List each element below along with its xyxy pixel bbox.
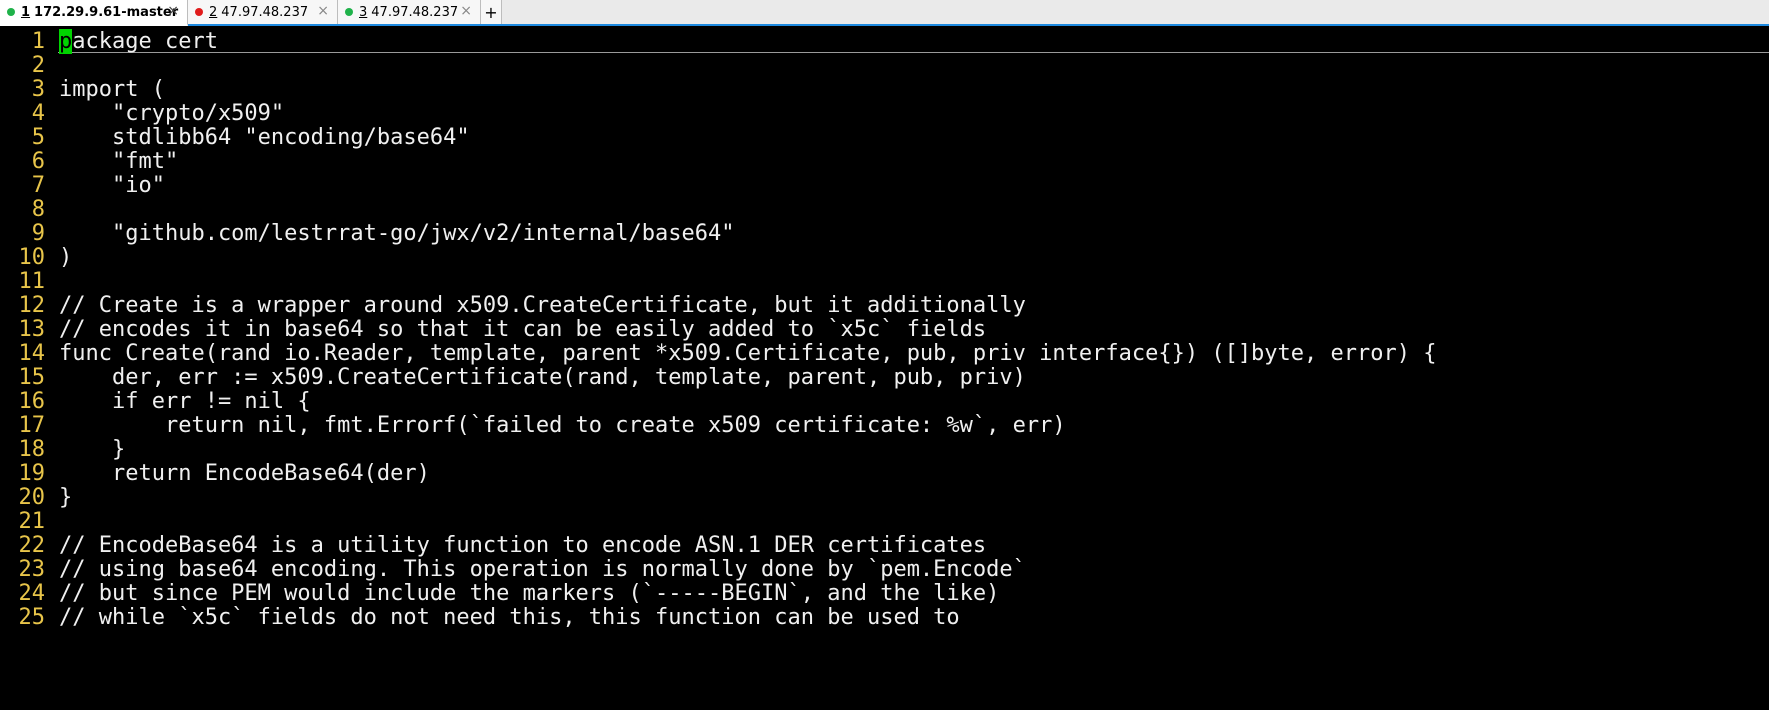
line-number: 19 [18, 461, 46, 486]
code-line: 16 if err != nil { [0, 388, 311, 415]
line-number: 14 [18, 341, 46, 366]
code-text: return EncodeBase64(der) [59, 461, 430, 486]
line-number: 21 [18, 509, 46, 534]
code-text: } [59, 485, 73, 510]
code-line: 5 stdlibb64 "encoding/base64" [0, 124, 470, 151]
tab-host-label: 47.97.48.237 [371, 4, 459, 20]
line-number: 3 [31, 77, 45, 102]
new-tab-button[interactable]: + [481, 0, 502, 24]
line-number: 15 [18, 365, 46, 390]
code-text: "github.com/lestrrat-go/jwx/v2/internal/… [59, 221, 735, 246]
code-text: "fmt" [59, 149, 179, 174]
code-line: 8 [0, 196, 59, 223]
line-number: 9 [31, 221, 45, 246]
line-number: 8 [31, 197, 45, 222]
code-text: package cert [59, 28, 218, 55]
code-line: 3 import ( [0, 76, 165, 103]
line-number: 25 [18, 605, 46, 630]
code-line: 21 [0, 508, 59, 535]
code-line: 6 "fmt" [0, 148, 178, 175]
code-line: 11 [0, 268, 59, 295]
code-line: 15 der, err := x509.CreateCertificate(ra… [0, 364, 1026, 391]
disconnected-status-icon [195, 8, 203, 16]
close-icon[interactable]: × [167, 3, 179, 19]
tab-host-label: 47.97.48.237 [221, 4, 309, 20]
session-tab-3[interactable]: 3 47.97.48.237 × [338, 0, 481, 24]
code-text-rest: ackage cert [72, 29, 218, 54]
code-text: // encodes it in base64 so that it can b… [59, 317, 987, 342]
code-line: 9 "github.com/lestrrat-go/jwx/v2/interna… [0, 220, 735, 247]
text-cursor: p [59, 29, 73, 54]
cursor-line-underline [58, 52, 1769, 53]
code-text: return nil, fmt.Errorf(`failed to create… [59, 413, 1066, 438]
code-text: } [59, 437, 126, 462]
code-line: 2 [0, 52, 59, 79]
code-line: 23 // using base64 encoding. This operati… [0, 556, 1026, 583]
line-number: 7 [31, 173, 45, 198]
line-number: 17 [18, 413, 46, 438]
session-tab-bar: 1 172.29.9.61-master × 2 47.97.48.237 × … [0, 0, 1769, 26]
line-number: 10 [18, 245, 46, 270]
code-line: 18 } [0, 436, 126, 463]
line-number: 24 [18, 581, 46, 606]
code-text: ) [59, 245, 73, 270]
code-line: 7 "io" [0, 172, 165, 199]
connected-status-icon [7, 8, 15, 16]
close-icon[interactable]: × [460, 3, 472, 19]
code-line: 10) [0, 244, 73, 271]
code-text: // using base64 encoding. This operation… [59, 557, 1026, 582]
code-line: 12 // Create is a wrapper around x509.Cre… [0, 292, 1026, 319]
line-number: 5 [31, 125, 45, 150]
terminal-editor[interactable]: 1 package cert 2 3 import ( 4 "crypto/x509… [0, 26, 1769, 710]
session-tab-2[interactable]: 2 47.97.48.237 × [188, 0, 338, 24]
line-number: 1 [31, 29, 45, 54]
tab-host-label: 172.29.9.61-master [34, 4, 179, 20]
line-number: 6 [31, 149, 45, 174]
line-number: 16 [18, 389, 46, 414]
code-line: 22 // EncodeBase64 is a utility function … [0, 532, 987, 559]
line-number: 4 [31, 101, 45, 126]
code-text: // while `x5c` fields do not need this, … [59, 605, 960, 630]
code-text: "io" [59, 173, 165, 198]
session-tab-1[interactable]: 1 172.29.9.61-master × [0, 0, 188, 26]
tab-number: 2 [209, 4, 218, 20]
line-number: 11 [18, 269, 46, 294]
code-line: 1 package cert [0, 28, 218, 55]
code-line: 14 func Create(rand io.Reader, template, … [0, 340, 1437, 367]
code-line: 13 // encodes it in base64 so that it can… [0, 316, 987, 343]
close-icon[interactable]: × [317, 3, 329, 19]
code-text: // but since PEM would include the marke… [59, 581, 1000, 606]
code-text: der, err := x509.CreateCertificate(rand,… [59, 365, 1026, 390]
line-number: 12 [18, 293, 46, 318]
code-line: 4 "crypto/x509" [0, 100, 284, 127]
code-line: 24 // but since PEM would include the mar… [0, 580, 1000, 607]
code-text: import ( [59, 77, 165, 102]
code-line: 25 // while `x5c` fields do not need this… [0, 604, 960, 631]
line-number: 20 [18, 485, 46, 510]
line-number: 22 [18, 533, 46, 558]
code-text: stdlibb64 "encoding/base64" [59, 125, 470, 150]
tab-number: 1 [21, 4, 31, 20]
line-number: 13 [18, 317, 46, 342]
code-text: // Create is a wrapper around x509.Creat… [59, 293, 1026, 318]
code-text: // EncodeBase64 is a utility function to… [59, 533, 987, 558]
line-number: 18 [18, 437, 46, 462]
code-text: if err != nil { [59, 389, 311, 414]
code-text: "crypto/x509" [59, 101, 285, 126]
code-text: func Create(rand io.Reader, template, pa… [59, 341, 1437, 366]
code-line: 19 return EncodeBase64(der) [0, 460, 430, 487]
code-line: 20} [0, 484, 73, 511]
code-line: 17 return nil, fmt.Errorf(`failed to cre… [0, 412, 1066, 439]
connected-status-icon [345, 8, 353, 16]
line-number: 2 [31, 53, 45, 78]
tab-number: 3 [359, 4, 368, 20]
line-number: 23 [18, 557, 46, 582]
